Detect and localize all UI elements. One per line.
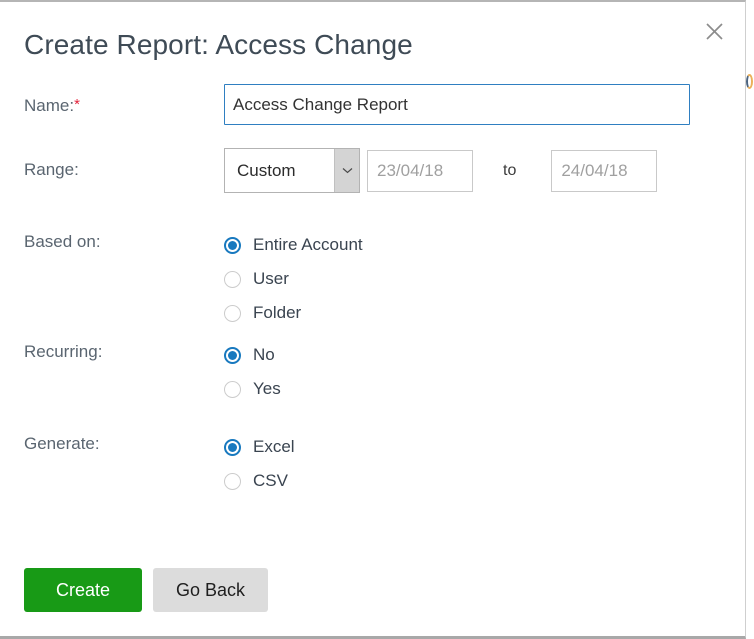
name-label: Name:* (0, 84, 224, 116)
radio-option-entire-account[interactable]: Entire Account (224, 228, 746, 262)
report-form: Name:* Range: Custom (0, 84, 746, 520)
range-control: Custom to (224, 148, 746, 193)
field-row-range: Range: Custom to (0, 148, 746, 226)
radio-indicator[interactable] (224, 438, 241, 456)
radio-indicator[interactable] (224, 346, 241, 364)
range-label: Range: (24, 160, 79, 179)
partial-badge-icon (746, 74, 753, 89)
create-report-dialog: Create Report: Access Change Name:* Rang… (0, 0, 746, 639)
range-type-value: Custom (237, 160, 296, 180)
name-label-text: Name: (24, 96, 75, 115)
dialog-title: Create Report: Access Change (24, 29, 413, 60)
range-end-date-input[interactable] (551, 149, 658, 192)
range-separator-label: to (503, 161, 517, 179)
chevron-down-icon (334, 149, 359, 192)
name-control (224, 84, 746, 125)
based-on-radio-group: Entire Account User Folder (224, 226, 746, 330)
required-asterisk: * (74, 96, 80, 113)
range-inputs: Custom to (224, 148, 746, 193)
based-on-control: Entire Account User Folder (224, 226, 746, 330)
radio-label: Entire Account (253, 235, 363, 254)
generate-control: Excel CSV (224, 428, 746, 498)
field-row-recurring: Recurring: No Yes (0, 336, 746, 428)
field-row-name: Name:* (0, 84, 746, 148)
radio-option-no[interactable]: No (224, 338, 746, 372)
generate-radio-group: Excel CSV (224, 428, 746, 498)
range-type-select[interactable]: Custom (224, 148, 360, 193)
recurring-control: No Yes (224, 336, 746, 406)
radio-option-yes[interactable]: Yes (224, 372, 746, 406)
field-row-generate: Generate: Excel CSV (0, 428, 746, 520)
radio-indicator[interactable] (224, 304, 241, 322)
based-on-label: Based on: (24, 232, 101, 251)
radio-indicator[interactable] (224, 270, 241, 288)
radio-indicator[interactable] (224, 380, 241, 398)
screen: Create Report: Access Change Name:* Rang… (0, 0, 754, 639)
radio-label: Excel (253, 437, 295, 456)
recurring-radio-group: No Yes (224, 336, 746, 406)
radio-indicator[interactable] (224, 236, 241, 254)
radio-option-excel[interactable]: Excel (224, 430, 746, 464)
radio-label: User (253, 269, 289, 288)
range-start-date-input[interactable] (367, 149, 473, 192)
radio-option-folder[interactable]: Folder (224, 296, 746, 330)
radio-label: No (253, 345, 275, 364)
generate-label: Generate: (24, 434, 100, 453)
radio-indicator[interactable] (224, 472, 241, 490)
report-name-input[interactable] (224, 84, 690, 125)
dialog-actions: Create Go Back (24, 568, 268, 612)
go-back-button[interactable]: Go Back (153, 568, 268, 612)
close-icon[interactable] (699, 16, 729, 46)
field-row-based-on: Based on: Entire Account User Folder (0, 226, 746, 336)
radio-option-csv[interactable]: CSV (224, 464, 746, 498)
create-button[interactable]: Create (24, 568, 142, 612)
recurring-label: Recurring: (24, 342, 103, 361)
radio-option-user[interactable]: User (224, 262, 746, 296)
radio-label: Yes (253, 379, 281, 398)
radio-label: CSV (253, 471, 288, 490)
radio-label: Folder (253, 303, 302, 322)
